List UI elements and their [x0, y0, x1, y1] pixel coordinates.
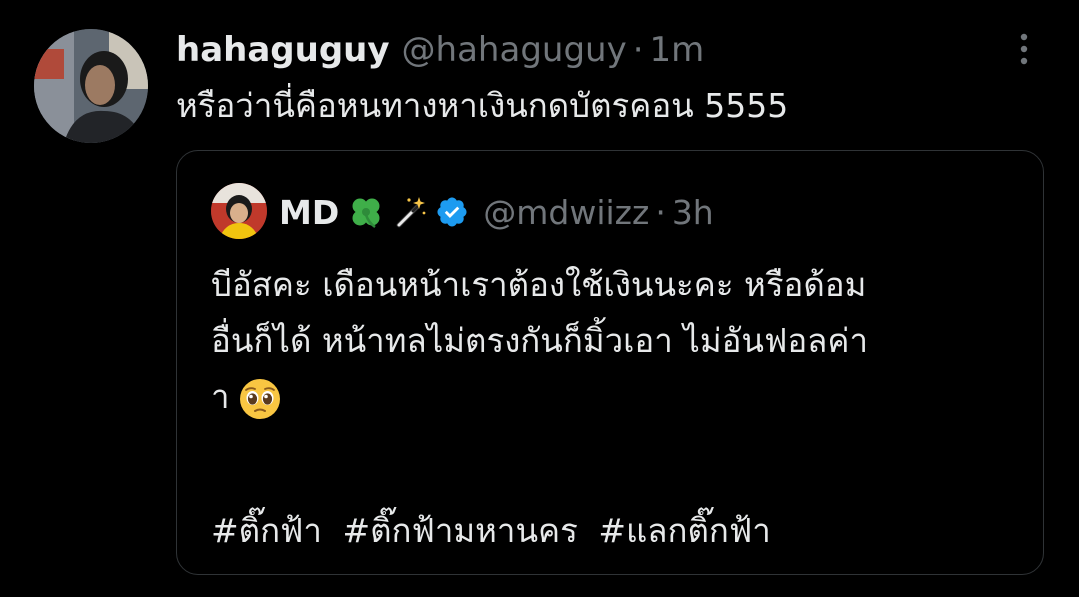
quoted-text-line: บีอัสคะ เดือนหน้าเราต้องใช้เงินนะคะ หรือ…	[211, 265, 867, 304]
quoted-timestamp[interactable]: 3h	[672, 193, 714, 232]
quoted-avatar[interactable]	[211, 183, 267, 239]
verified-badge-icon[interactable]	[435, 195, 469, 229]
magic-wand-icon	[393, 195, 427, 229]
hashtag-link[interactable]: #แลกติ๊กฟ้า	[598, 511, 770, 550]
hashtag-list: #ติ๊กฟ้า #ติ๊กฟ้ามหานคร #แลกติ๊กฟ้า	[211, 503, 781, 559]
separator-dot: ·	[632, 30, 644, 70]
quoted-display-name[interactable]: MD	[279, 193, 339, 232]
timestamp[interactable]: 1m	[650, 30, 705, 70]
tweet-header: hahaguguy @hahaguguy · 1m	[176, 26, 704, 74]
pleading-face-icon	[238, 377, 282, 421]
more-vertical-icon	[1020, 33, 1028, 69]
four-leaf-clover-icon	[349, 195, 383, 229]
avatar[interactable]	[34, 29, 148, 143]
quoted-tweet-card[interactable]: MD @mdwiizz · 3h บีอัสคะ เดือนหน้าเราต้อ…	[176, 150, 1044, 575]
quoted-text-line: า	[211, 369, 1011, 425]
separator-dot: ·	[655, 192, 666, 232]
display-name[interactable]: hahaguguy	[176, 30, 390, 70]
quoted-text-line: อื่นก็ได้ หน้าทลไม่ตรงกันก็มิ้วเอา ไม่อั…	[211, 321, 868, 360]
more-button[interactable]	[1006, 31, 1042, 71]
hashtag-link[interactable]: #ติ๊กฟ้า	[211, 511, 322, 550]
hashtag-link[interactable]: #ติ๊กฟ้ามหานคร	[342, 511, 577, 550]
user-handle[interactable]: @hahaguguy	[402, 30, 627, 70]
quoted-user-handle[interactable]: @mdwiizz	[483, 193, 649, 232]
quoted-header: MD @mdwiizz · 3h	[279, 187, 714, 237]
quoted-text-fragment: า	[211, 377, 230, 416]
tweet-text: หรือว่านี่คือหนทางหาเงินกดบัตรคอน 5555	[176, 86, 789, 125]
tweet[interactable]: hahaguguy @hahaguguy · 1m หรือว่านี่คือห…	[0, 0, 1079, 597]
quoted-text: บีอัสคะ เดือนหน้าเราต้องใช้เงินนะคะ หรือ…	[211, 257, 1011, 425]
